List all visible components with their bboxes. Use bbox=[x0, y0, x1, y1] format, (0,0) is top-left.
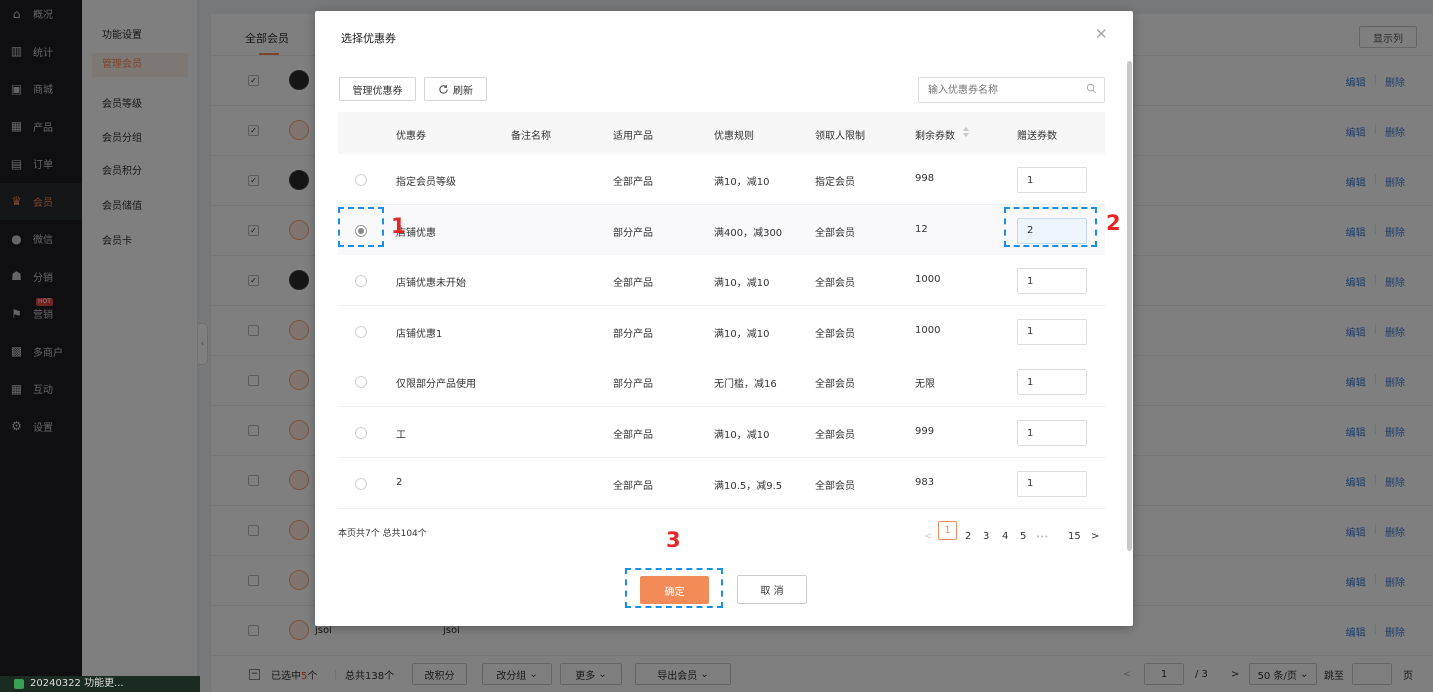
gift-count-input[interactable] bbox=[1017, 318, 1087, 345]
coupon-search-input[interactable] bbox=[918, 77, 1105, 103]
page-link-last[interactable]: 15 bbox=[1068, 531, 1081, 542]
prev-page-icon[interactable]: < bbox=[924, 531, 932, 542]
close-icon[interactable]: ✕ bbox=[1095, 27, 1108, 42]
col-remark: 备注名称 bbox=[511, 131, 551, 142]
coupon-product: 全部产品 bbox=[613, 430, 653, 441]
select-coupon-modal: 选择优惠券 ✕ 管理优惠券 刷新 优惠券 备注名称 适用产品 优惠规则 领取人限… bbox=[315, 11, 1133, 626]
coupon-radio[interactable] bbox=[355, 376, 367, 389]
coupon-remaining: 998 bbox=[915, 173, 935, 184]
coupon-product: 部分产品 bbox=[613, 227, 653, 239]
coupon-row[interactable]: 指定会员等级 全部产品 满10，减10 指定会员 998 bbox=[338, 154, 1105, 205]
coupon-name: 店铺优惠未开始 bbox=[396, 278, 466, 290]
coupon-product: 全部产品 bbox=[613, 177, 653, 188]
coupon-limit: 全部会员 bbox=[815, 430, 855, 441]
coupon-table-header: 优惠券 备注名称 适用产品 优惠规则 领取人限制 剩余券数 赠送券数 bbox=[338, 112, 1105, 154]
coupon-radio[interactable] bbox=[355, 174, 367, 186]
coupon-remaining: 983 bbox=[915, 476, 935, 488]
taskbar-item[interactable]: 20240322 功能更... bbox=[0, 676, 200, 692]
coupon-name: 店铺优惠1 bbox=[396, 328, 443, 340]
coupon-remaining: 1000 bbox=[915, 274, 941, 286]
coupon-remaining: 无限 bbox=[915, 379, 935, 391]
app-icon bbox=[14, 679, 24, 689]
coupon-rule: 无门槛，减16 bbox=[714, 379, 777, 391]
coupon-rule: 满10，减10 bbox=[714, 328, 770, 340]
coupon-remaining: 1000 bbox=[915, 324, 941, 336]
gift-count-input[interactable] bbox=[1017, 268, 1087, 295]
page-link[interactable]: 5 bbox=[1020, 531, 1026, 542]
col-gift-count: 赠送券数 bbox=[1017, 131, 1057, 142]
annotation-number-1: 1 bbox=[391, 214, 406, 238]
page-link[interactable]: 2 bbox=[965, 531, 971, 542]
gift-count-input[interactable] bbox=[1017, 369, 1087, 396]
cancel-button[interactable]: 取 消 bbox=[737, 575, 807, 604]
annotation-box-3 bbox=[625, 568, 723, 608]
annotation-box-1 bbox=[338, 207, 384, 247]
coupon-name: 2 bbox=[396, 476, 403, 488]
next-page-icon[interactable]: > bbox=[1091, 531, 1099, 542]
coupon-name: 仅限部分产品使用 bbox=[396, 379, 476, 391]
search-icon[interactable] bbox=[1086, 83, 1097, 94]
coupon-limit: 全部会员 bbox=[815, 379, 855, 391]
coupon-radio[interactable] bbox=[355, 275, 367, 288]
sort-icon[interactable] bbox=[962, 126, 970, 138]
coupon-rule: 满10，减10 bbox=[714, 278, 770, 290]
coupon-row[interactable]: 仅限部分产品使用 部分产品 无门槛，减16 全部会员 无限 bbox=[338, 356, 1105, 408]
coupon-radio[interactable] bbox=[355, 325, 367, 338]
coupon-rule: 满10.5，减9.5 bbox=[714, 480, 783, 492]
modal-title: 选择优惠券 bbox=[341, 32, 396, 45]
col-limit: 领取人限制 bbox=[815, 131, 865, 142]
page-link[interactable]: 3 bbox=[983, 531, 989, 542]
coupon-limit: 全部会员 bbox=[815, 480, 855, 492]
refresh-icon bbox=[439, 84, 448, 94]
coupon-radio[interactable] bbox=[355, 427, 367, 439]
coupon-row[interactable]: 店铺优惠1 部分产品 满10，减10 全部会员 1000 bbox=[338, 305, 1105, 357]
coupon-limit: 指定会员 bbox=[815, 177, 855, 188]
col-coupon: 优惠券 bbox=[396, 131, 426, 142]
annotation-number-2: 2 bbox=[1106, 211, 1121, 235]
coupon-name: 工 bbox=[396, 430, 406, 441]
coupon-row[interactable]: 工 全部产品 满10，减10 全部会员 999 bbox=[338, 407, 1105, 458]
coupon-row[interactable]: 店铺优惠未开始 全部产品 满10，减10 全部会员 1000 bbox=[338, 255, 1105, 307]
annotation-number-3: 3 bbox=[666, 528, 681, 552]
annotation-box-2 bbox=[1004, 207, 1097, 247]
coupon-rule: 满10，减10 bbox=[714, 177, 770, 188]
coupon-radio[interactable] bbox=[355, 477, 367, 490]
coupon-product: 全部产品 bbox=[613, 278, 653, 290]
coupon-limit: 全部会员 bbox=[815, 227, 855, 239]
coupon-limit: 全部会员 bbox=[815, 328, 855, 340]
col-remaining[interactable]: 剩余券数 bbox=[915, 127, 955, 142]
coupon-product: 部分产品 bbox=[613, 379, 653, 391]
coupon-limit: 全部会员 bbox=[815, 278, 855, 290]
coupon-row[interactable]: 2 全部产品 满10.5，减9.5 全部会员 983 bbox=[338, 457, 1105, 509]
col-rule: 优惠规则 bbox=[714, 131, 754, 142]
manage-coupons-button[interactable]: 管理优惠券 bbox=[339, 77, 416, 101]
modal-scrollbar[interactable] bbox=[1127, 61, 1132, 551]
coupon-product: 全部产品 bbox=[613, 480, 653, 492]
page-ellipsis[interactable]: ••• bbox=[1036, 533, 1048, 541]
coupon-row[interactable]: 店铺优惠 部分产品 满400，减300 全部会员 12 bbox=[338, 204, 1105, 256]
refresh-button[interactable]: 刷新 bbox=[424, 77, 487, 101]
gift-count-input[interactable] bbox=[1017, 420, 1087, 446]
col-product: 适用产品 bbox=[613, 131, 653, 142]
page-link[interactable]: 4 bbox=[1002, 531, 1008, 542]
gift-count-input[interactable] bbox=[1017, 167, 1087, 193]
page-summary: 本页共7个 总共104个 bbox=[338, 529, 427, 539]
coupon-name: 指定会员等级 bbox=[396, 177, 456, 188]
coupon-remaining: 12 bbox=[915, 223, 928, 235]
coupon-rule: 满400，减300 bbox=[714, 227, 783, 239]
page-current[interactable]: 1 bbox=[938, 521, 957, 540]
gift-count-input[interactable] bbox=[1017, 470, 1087, 497]
coupon-remaining: 999 bbox=[915, 426, 935, 437]
coupon-product: 部分产品 bbox=[613, 328, 653, 340]
coupon-rule: 满10，减10 bbox=[714, 430, 770, 441]
